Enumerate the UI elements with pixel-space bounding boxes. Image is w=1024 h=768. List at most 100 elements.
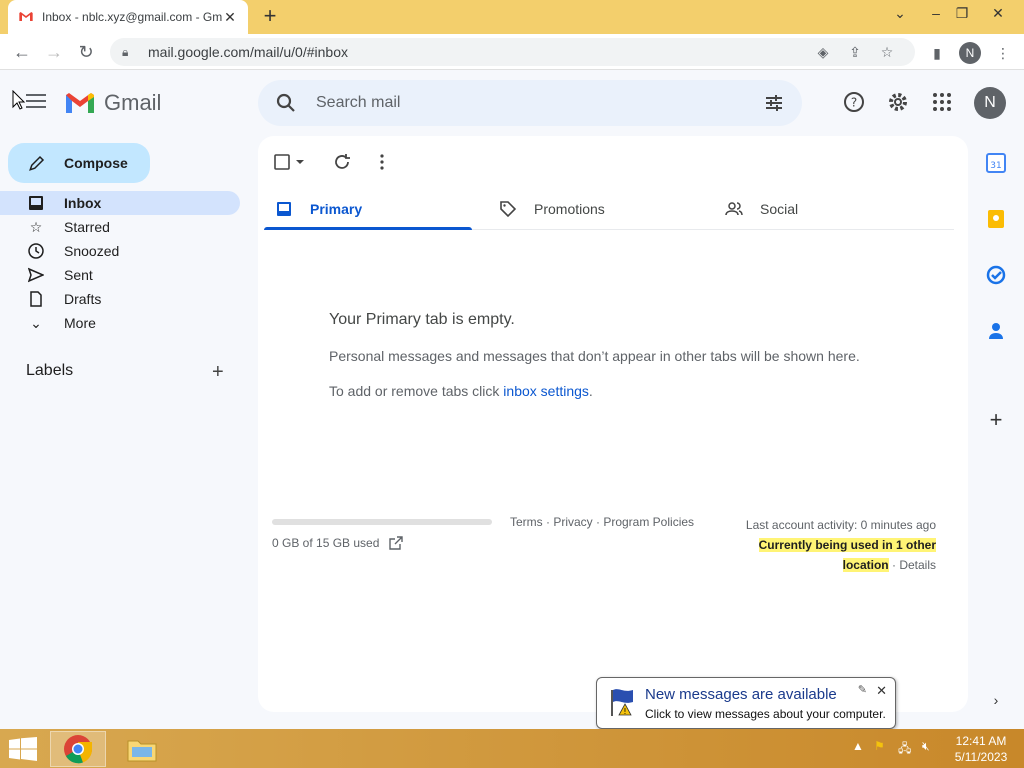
- taskbar-chrome[interactable]: [50, 731, 106, 767]
- gmail-wordmark: Gmail: [104, 90, 162, 115]
- tab-social[interactable]: Social: [724, 188, 798, 230]
- send-icon: [28, 267, 44, 283]
- lock-icon: 🔒︎: [122, 44, 129, 59]
- inbox-tab-icon: [274, 199, 294, 219]
- settings-hint-text: To add or remove tabs click: [329, 383, 504, 399]
- forward-icon[interactable]: →: [42, 40, 66, 64]
- refresh-icon[interactable]: [332, 152, 352, 172]
- new-tab-icon[interactable]: +: [258, 4, 282, 28]
- search-input[interactable]: Search mail: [316, 94, 762, 112]
- show-hidden-icons-icon[interactable]: ▲: [852, 739, 864, 753]
- calendar-icon[interactable]: 31: [984, 151, 1008, 175]
- search-icon[interactable]: [274, 91, 298, 115]
- keep-icon[interactable]: [984, 207, 1008, 231]
- back-icon[interactable]: ←: [10, 40, 34, 64]
- bookmark-star-icon[interactable]: ☆: [871, 44, 903, 61]
- account-avatar[interactable]: N: [974, 87, 1006, 119]
- search-mail-bar[interactable]: Search mail: [258, 80, 802, 126]
- restore-icon[interactable]: ❐: [946, 0, 978, 28]
- browser-profile-avatar[interactable]: N: [959, 42, 981, 64]
- people-icon: [724, 199, 744, 219]
- tab-label: Social: [760, 201, 799, 217]
- gmail-m-icon: [66, 93, 94, 113]
- category-tabs: Primary Promotions Social: [264, 188, 954, 230]
- tab-search-icon[interactable]: ⌄: [884, 0, 916, 28]
- action-center-icon[interactable]: ⚑: [874, 739, 885, 753]
- window-close-icon[interactable]: ✕: [982, 0, 1014, 28]
- storage-usage-text: 0 GB of 15 GB used: [272, 536, 380, 550]
- svg-text:!: !: [623, 707, 626, 716]
- address-bar[interactable]: 🔒︎ mail.google.com/mail/u/0/#inbox ◈ ⇪ ☆: [110, 38, 915, 66]
- notification-title: New messages are available: [645, 686, 837, 703]
- browser-toolbar: ← → ↻ 🔒︎ mail.google.com/mail/u/0/#inbox…: [0, 34, 1024, 70]
- windows-taskbar: ▲ ⚑ 🖧︎ 🔇︎ 12:41 AM 5/11/2023: [0, 729, 1024, 768]
- windows-start-icon[interactable]: [8, 737, 38, 761]
- main-menu-icon[interactable]: [24, 90, 48, 114]
- compose-label: Compose: [64, 155, 128, 171]
- add-addon-icon[interactable]: +: [984, 407, 1008, 432]
- contacts-icon[interactable]: [984, 319, 1008, 343]
- chevron-right-icon[interactable]: ›: [984, 688, 1008, 712]
- tab-promotions[interactable]: Promotions: [498, 188, 605, 230]
- help-icon[interactable]: ?: [842, 90, 866, 114]
- compose-button[interactable]: Compose: [8, 143, 150, 183]
- sidebar-item-drafts[interactable]: Drafts: [0, 287, 240, 311]
- open-in-new-icon[interactable]: [389, 536, 404, 550]
- star-icon: ☆: [29, 218, 43, 235]
- svg-text:31: 31: [990, 161, 1001, 171]
- close-tab-icon[interactable]: ✕: [222, 9, 238, 26]
- gmail-logo[interactable]: Gmail: [64, 90, 161, 116]
- add-label-icon[interactable]: +: [212, 362, 224, 382]
- chrome-icon: [64, 735, 93, 764]
- sidebar-item-label: Drafts: [64, 291, 102, 307]
- more-options-icon[interactable]: [372, 152, 392, 172]
- sidebar-item-snoozed[interactable]: Snoozed: [0, 239, 240, 263]
- sidebar-item-more[interactable]: ⌄ More: [0, 311, 240, 335]
- notification-balloon[interactable]: ! New messages are available Click to vi…: [596, 677, 896, 740]
- tag-icon: [498, 199, 518, 219]
- sidebar-item-inbox[interactable]: Inbox: [0, 191, 240, 215]
- browser-tabstrip: Inbox - nblc.xyz@gmail.com - Gmail ✕ + ⌄…: [0, 0, 1024, 34]
- sidebar-item-sent[interactable]: Sent: [0, 263, 240, 287]
- browser-menu-icon[interactable]: ⋮: [992, 42, 1014, 64]
- browser-tab-gmail[interactable]: Inbox - nblc.xyz@gmail.com - Gmail ✕: [8, 0, 248, 34]
- select-checkbox-icon[interactable]: [274, 152, 306, 172]
- tab-label: Promotions: [534, 201, 605, 217]
- search-options-icon[interactable]: [762, 91, 786, 115]
- active-tab-indicator: [264, 227, 472, 230]
- storage-usage: 0 GB of 15 GB used: [272, 536, 404, 550]
- taskbar-clock[interactable]: 12:41 AM 5/11/2023: [950, 733, 1012, 765]
- pin-icon[interactable]: ✎: [858, 683, 867, 696]
- extension-icon[interactable]: ◈: [807, 44, 839, 61]
- share-icon[interactable]: ⇪: [839, 44, 871, 61]
- taskbar-file-explorer[interactable]: [114, 731, 170, 767]
- mouse-pointer-icon: [12, 90, 26, 110]
- sidebar-item-label: Starred: [64, 219, 110, 235]
- clock-time: 12:41 AM: [955, 734, 1007, 748]
- pencil-icon: [29, 155, 45, 171]
- footer-policy-links[interactable]: Terms · Privacy · Program Policies: [510, 515, 694, 529]
- account-activity: Last account activity: 0 minutes ago Cur…: [716, 515, 936, 575]
- tab-label: Primary: [310, 201, 363, 217]
- close-notification-icon[interactable]: ✕: [876, 683, 887, 699]
- tasks-icon[interactable]: [984, 263, 1008, 287]
- tab-primary[interactable]: Primary: [274, 188, 362, 230]
- sidebar-item-starred[interactable]: ☆ Starred: [0, 215, 240, 239]
- url-text: mail.google.com/mail/u/0/#inbox: [148, 44, 348, 60]
- labels-heading: Labels: [26, 362, 74, 379]
- reload-icon[interactable]: ↻: [74, 40, 98, 64]
- speaker-muted-icon[interactable]: 🔇︎: [922, 739, 930, 754]
- gmail-header: Gmail Search mail ? N: [0, 70, 1024, 136]
- gmail-favicon-icon: [19, 12, 33, 21]
- activity-details-link[interactable]: Details: [899, 558, 936, 572]
- google-apps-icon[interactable]: [930, 90, 954, 114]
- last-activity-text: Last account activity: 0 minutes ago: [745, 518, 936, 532]
- inbox-settings-link[interactable]: inbox settings: [503, 383, 589, 399]
- inbox-icon: [28, 195, 44, 211]
- side-panel-icon[interactable]: ▮: [926, 42, 948, 64]
- action-center-flag-icon: !: [611, 689, 633, 716]
- empty-state-description: Personal messages and messages that don’…: [329, 348, 860, 364]
- network-icon[interactable]: 🖧︎: [898, 739, 911, 760]
- settings-gear-icon[interactable]: [886, 90, 910, 114]
- browser-tab-title: Inbox - nblc.xyz@gmail.com - Gmail: [42, 10, 222, 24]
